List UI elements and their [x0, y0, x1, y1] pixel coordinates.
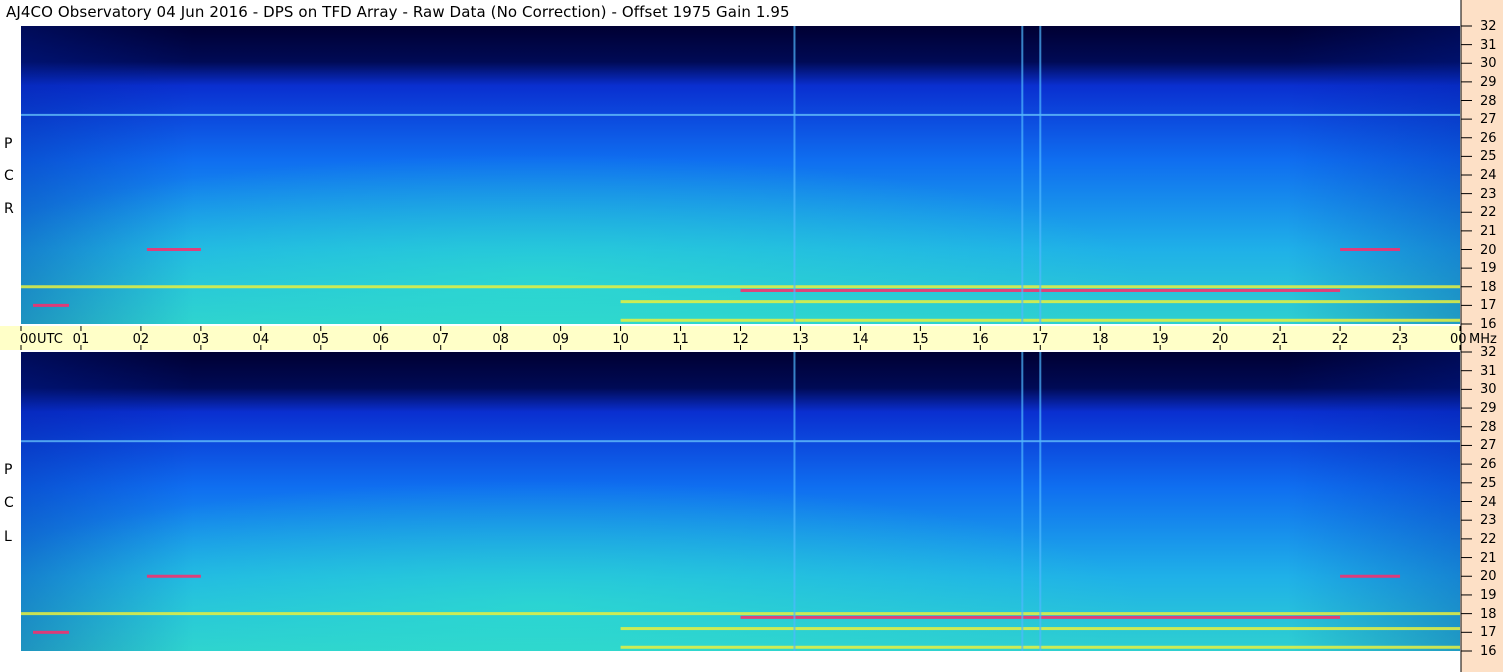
freq-label: 20 [1480, 569, 1497, 585]
freq-label: 16 [1480, 644, 1497, 659]
rcp-letter-c: C [4, 168, 14, 184]
vertical-interference-line [1021, 26, 1024, 324]
freq-label: 17 [1480, 625, 1497, 641]
freq-label: 24 [1480, 168, 1497, 183]
hour-label: 04 [252, 332, 270, 347]
hour-label: 19 [1151, 332, 1169, 347]
freq-label: 31 [1480, 37, 1497, 53]
horizontal-band [21, 612, 1460, 616]
hour-label: 22 [1331, 332, 1349, 347]
hour-label: 21 [1271, 332, 1289, 347]
horizontal-band [21, 440, 1460, 443]
night-dimming [21, 352, 1460, 651]
rcp-letter-p: R [4, 201, 14, 217]
horizontal-band [1340, 248, 1401, 251]
utc-end-label: 00 [1450, 332, 1467, 347]
vertical-interference-line [1021, 352, 1024, 651]
hour-label: 06 [372, 332, 390, 347]
hour-label: 14 [852, 332, 869, 347]
lcp-letter-c: C [4, 495, 14, 511]
freq-label: 32 [1480, 345, 1497, 360]
utc-start-label: 00 [20, 332, 37, 347]
horizontal-band [21, 285, 1460, 289]
freq-label: 21 [1480, 223, 1497, 239]
hour-label: 09 [552, 332, 569, 347]
hour-label: 12 [732, 332, 749, 347]
horizontal-band [146, 574, 201, 578]
spectrogram-lcp-canvas [21, 352, 1460, 651]
hour-label: 08 [492, 332, 509, 347]
freq-label: 27 [1480, 438, 1497, 454]
hour-label: 18 [1091, 332, 1109, 347]
vertical-interference-line [793, 352, 796, 651]
horizontal-band [146, 248, 201, 251]
spectrogram-lcp [21, 352, 1460, 651]
horizontal-band [21, 113, 1460, 116]
freq-label: 17 [1480, 298, 1497, 314]
freq-label: 23 [1480, 513, 1497, 529]
hour-label: 23 [1391, 332, 1409, 347]
freq-label: 18 [1480, 606, 1497, 622]
hour-label: 16 [972, 332, 989, 347]
rcp-letter-r: P [4, 136, 13, 152]
horizontal-band [32, 630, 69, 634]
freq-label: 23 [1480, 186, 1497, 202]
utc-unit-label: UTC [37, 332, 63, 347]
vertical-interference-line [1039, 26, 1042, 324]
hour-label: 10 [612, 332, 629, 347]
lcp-letter-p: P [4, 462, 13, 478]
freq-label: 22 [1480, 205, 1497, 221]
hour-label: 17 [1032, 332, 1049, 347]
hour-label: 11 [672, 332, 689, 347]
freq-label: 24 [1480, 494, 1497, 510]
horizontal-band [1340, 574, 1401, 578]
hour-label: 03 [192, 332, 210, 347]
freq-label: 19 [1480, 261, 1497, 277]
freq-label: 30 [1480, 382, 1497, 398]
spectrogram-rcp [21, 26, 1460, 324]
freq-label: 22 [1480, 531, 1497, 547]
freq-label: 29 [1480, 74, 1497, 90]
vertical-interference-line [793, 26, 796, 324]
night-dimming [21, 26, 1460, 324]
hour-label: 05 [312, 332, 330, 347]
freq-label: 26 [1480, 457, 1497, 473]
hour-label: 07 [432, 332, 449, 347]
freq-label: 29 [1480, 401, 1497, 417]
freq-label: 32 [1480, 19, 1497, 34]
freq-label: 21 [1480, 550, 1497, 566]
freq-label: 18 [1480, 279, 1497, 295]
lcp-letter-l: L [4, 529, 12, 545]
vertical-interference-line [1039, 352, 1042, 651]
hour-label: 20 [1211, 332, 1229, 347]
hour-label: 13 [792, 332, 809, 347]
freq-label: 25 [1480, 475, 1497, 491]
freq-label: 20 [1480, 242, 1497, 258]
freq-label: 19 [1480, 587, 1497, 603]
hour-label: 02 [132, 332, 150, 347]
freq-label: 27 [1480, 112, 1497, 128]
freq-label: 28 [1480, 419, 1497, 435]
chart-title: AJ4CO Observatory 04 Jun 2016 - DPS on T… [6, 3, 790, 21]
freq-label: 16 [1480, 317, 1497, 332]
spectrogram-rcp-canvas [21, 26, 1460, 324]
freq-label: 30 [1480, 56, 1497, 72]
hour-label: 15 [912, 332, 929, 347]
horizontal-band [32, 303, 69, 307]
hour-label: 01 [72, 332, 90, 347]
freq-label: 25 [1480, 149, 1497, 165]
freq-label: 26 [1480, 130, 1497, 146]
freq-label: 31 [1480, 363, 1497, 379]
freq-label: 28 [1480, 93, 1497, 109]
